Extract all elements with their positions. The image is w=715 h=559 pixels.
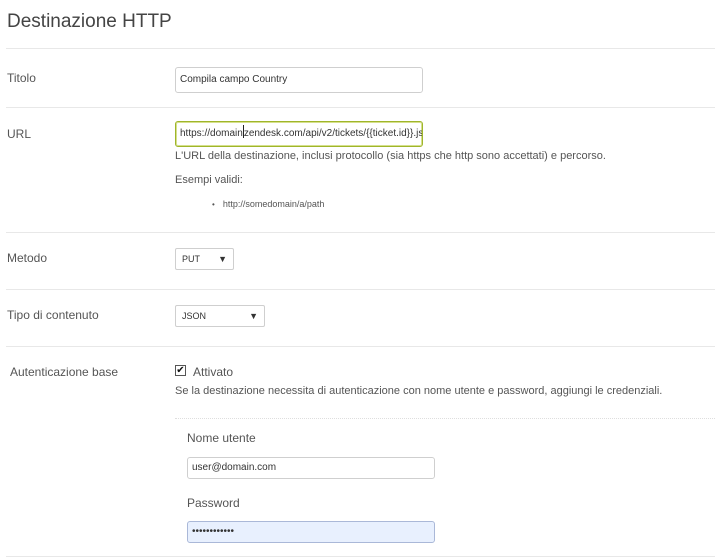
password-input[interactable]: ••••••••••••: [187, 521, 435, 543]
chevron-down-icon: ▼: [249, 311, 258, 321]
method-select-value: PUT: [182, 254, 200, 264]
title-input[interactable]: Compila campo Country: [175, 67, 423, 93]
content-type-select[interactable]: JSON ▼: [175, 305, 265, 327]
basic-auth-checkbox-label[interactable]: Attivato: [193, 365, 233, 379]
list-item: http://somedomain/a/path: [212, 199, 325, 209]
basic-auth-help-text: Se la destinazione necessita di autentic…: [175, 385, 663, 397]
url-examples-list: http://somedomain/a/path: [212, 199, 325, 209]
password-label: Password: [187, 496, 240, 510]
divider: [6, 232, 715, 233]
username-label: Nome utente: [187, 431, 256, 445]
divider: [6, 48, 715, 49]
method-select[interactable]: PUT ▼: [175, 248, 234, 270]
divider: [6, 346, 715, 347]
url-label: URL: [7, 127, 32, 141]
url-input-text-before: https://domain: [180, 128, 243, 139]
divider: [6, 107, 715, 108]
method-label: Metodo: [7, 251, 48, 265]
url-help-text: L'URL della destinazione, inclusi protoc…: [175, 150, 606, 162]
divider: [6, 556, 715, 557]
page-title: Destinazione HTTP: [7, 11, 172, 32]
url-input[interactable]: https://domainzendesk.com/api/v2/tickets…: [175, 121, 423, 147]
url-examples-label: Esempi validi:: [175, 174, 243, 186]
divider: [6, 289, 715, 290]
basic-auth-checkbox[interactable]: ✔: [175, 365, 186, 376]
divider: [175, 418, 715, 419]
basic-auth-label: Autenticazione base: [10, 365, 119, 379]
content-type-label: Tipo di contenuto: [7, 308, 99, 322]
url-input-text-after: zendesk.com/api/v2/tickets/{{ticket.id}}…: [243, 128, 423, 139]
username-input[interactable]: user@domain.com: [187, 457, 435, 479]
title-label: Titolo: [7, 71, 36, 85]
content-type-select-value: JSON: [182, 311, 207, 321]
chevron-down-icon: ▼: [218, 254, 227, 264]
